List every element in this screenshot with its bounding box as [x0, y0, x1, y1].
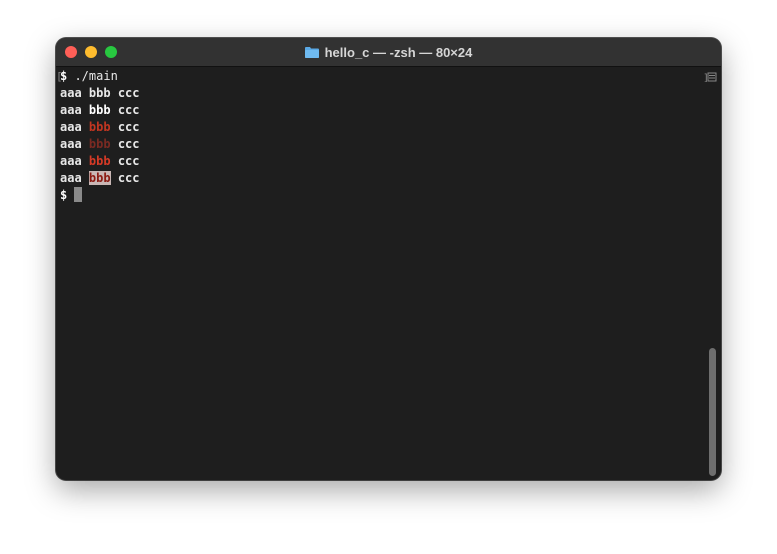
output-text: aaa: [60, 120, 89, 134]
output-text: bbb: [88, 86, 111, 100]
output-text: ccc: [110, 86, 140, 100]
output-text: aaa: [60, 103, 89, 117]
terminal-line: aaa bbb ccc: [60, 170, 700, 187]
title-bar[interactable]: hello_c — -zsh — 80×24: [56, 38, 721, 67]
window-title-text: hello_c — -zsh — 80×24: [324, 44, 473, 60]
command-text: ./main: [74, 69, 118, 83]
terminal-line: $: [60, 187, 700, 204]
output-text: aaa: [60, 154, 89, 168]
output-text: ccc: [110, 137, 140, 151]
terminal-line: aaa bbb ccc: [60, 102, 700, 119]
output-text: ccc: [110, 120, 140, 134]
window-title: hello_c — -zsh — 80×24: [56, 38, 721, 66]
terminal-line: aaa bbb ccc: [60, 119, 700, 136]
terminal-output[interactable]: $ ./main aaa bbb ccc aaa bbb ccc aaa bbb…: [60, 68, 700, 204]
text-cursor: [74, 187, 83, 202]
bold-red-output-text: bbb: [88, 154, 111, 168]
terminal-line: aaa bbb ccc: [60, 136, 700, 153]
output-text: aaa: [60, 137, 89, 151]
output-text: ccc: [110, 103, 140, 117]
terminal-line: aaa bbb ccc: [60, 153, 700, 170]
scrollbar-thumb[interactable]: [709, 348, 716, 476]
marks-indicator-icon: ]: [703, 69, 717, 84]
terminal-line: aaa bbb ccc: [60, 85, 700, 102]
output-text: ccc: [110, 154, 140, 168]
output-text: aaa: [60, 171, 89, 185]
red-output-text: bbb: [88, 120, 111, 134]
folder-icon: [304, 46, 319, 58]
terminal-window: hello_c — -zsh — 80×24 [ ] $ ./main aaa …: [56, 38, 721, 480]
dim-red-output-text: bbb: [88, 137, 111, 151]
output-text: aaa: [60, 86, 89, 100]
terminal-line: $ ./main: [60, 68, 700, 85]
prompt: $: [60, 188, 75, 202]
prompt: $: [60, 69, 75, 83]
bold-output-text: bbb: [88, 103, 111, 117]
output-text: ccc: [110, 171, 140, 185]
reverse-red-output-text: bbb: [88, 171, 111, 185]
